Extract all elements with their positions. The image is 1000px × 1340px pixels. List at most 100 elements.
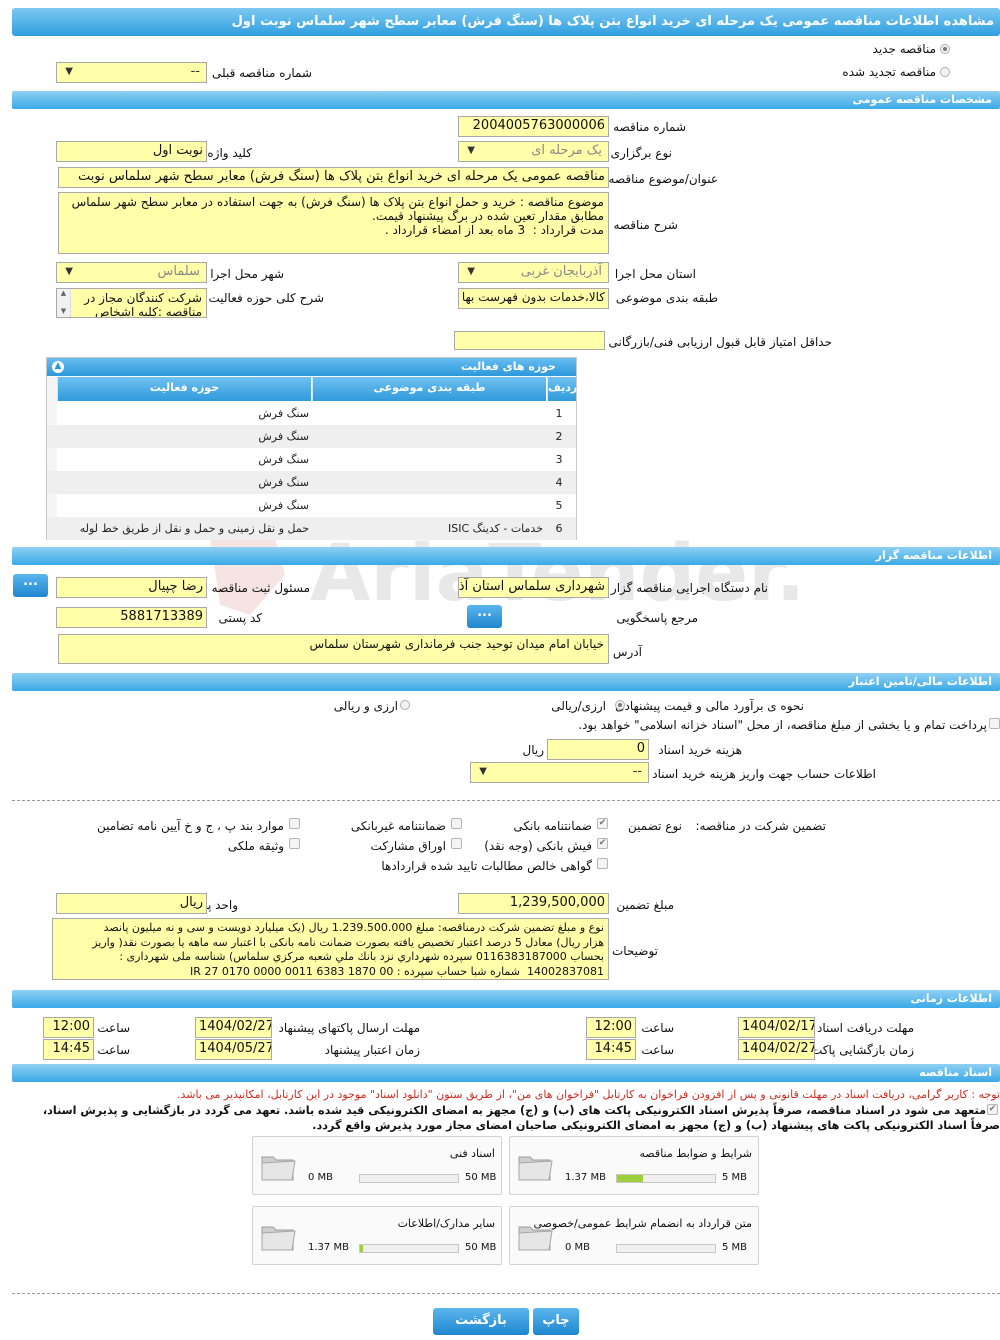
bank-guarantee-checkbox[interactable]: ✔ bbox=[597, 818, 608, 829]
renewed-tender-label: مناقصه تجدید شده bbox=[842, 65, 936, 79]
postal-field[interactable]: 5881713389 bbox=[56, 607, 207, 628]
section-finance-header: اطلاعات مالی/تامین اعتبار bbox=[12, 673, 1000, 691]
send-date-field[interactable]: 1404/02/27 bbox=[195, 1017, 272, 1038]
pledge-line-2: صرفاً اسناد الکترونیکی پاکت های پیشنهاد … bbox=[312, 1119, 1000, 1132]
folder-icon bbox=[261, 1156, 296, 1181]
chevron-down-icon: ▼ bbox=[65, 266, 73, 277]
fx-label: ارزی و ریالی bbox=[333, 699, 398, 713]
opening-date-field[interactable]: 1404/02/27 bbox=[738, 1039, 815, 1060]
address-field[interactable]: خیابان امام میدان توحید جنب فرمانداری شه… bbox=[58, 634, 609, 664]
previous-tender-label: شماره مناقصه قبلی bbox=[212, 66, 312, 80]
fx-radio[interactable] bbox=[400, 700, 410, 710]
section-timing-header: اطلاعات زمانی bbox=[12, 990, 1000, 1008]
currency-field[interactable]: ریال bbox=[56, 893, 207, 914]
rial-label: ارزی/ریالی bbox=[551, 699, 606, 713]
holding-type-label: نوع برگزاری bbox=[610, 146, 672, 160]
bonds-label: اوراق مشارکت bbox=[370, 839, 446, 853]
min-score-field[interactable] bbox=[454, 331, 605, 350]
send-time-field[interactable]: 12:00 bbox=[43, 1017, 94, 1038]
table-row: 3 سنگ فرش bbox=[258, 453, 563, 466]
min-score-label: حداقل امتیاز قابل قبول ارزیابی فنی/بازرگ… bbox=[608, 335, 832, 349]
documents-notice: توجه : کاربر گرامی، دریافت اسناد در مهلت… bbox=[176, 1088, 1000, 1101]
non-bank-guarantee-label: ضمانتنامه غیربانکی bbox=[350, 819, 446, 833]
property-checkbox[interactable] bbox=[289, 838, 300, 849]
file-box-contract[interactable]: متن قرارداد به انضمام شرایط عمومی/خصوصی … bbox=[509, 1206, 759, 1265]
new-tender-label: مناقصه جدید bbox=[872, 42, 936, 56]
chevron-down-icon: ▼ bbox=[479, 766, 487, 777]
folder-icon bbox=[261, 1226, 296, 1251]
treasury-checkbox[interactable] bbox=[989, 718, 1000, 729]
activity-desc-label: شرح کلی حوزه فعالیت bbox=[208, 291, 325, 305]
non-bank-guarantee-checkbox[interactable] bbox=[451, 818, 462, 829]
upload-progress-bar bbox=[616, 1244, 716, 1253]
province-select[interactable]: آذربایجان غربی ▼ bbox=[458, 262, 609, 283]
file-box-conditions[interactable]: شرایط و ضوابط مناقصه 1.37 MB 5 MB bbox=[509, 1136, 759, 1195]
property-label: وثیقه ملکی bbox=[227, 839, 284, 853]
rial-radio[interactable] bbox=[615, 700, 625, 710]
subject-label: عنوان/موضوع مناقصه bbox=[608, 172, 718, 186]
account-label: اطلاعات حساب جهت واریز هزینه خرید اسناد bbox=[652, 767, 876, 781]
reference-label: مرجع پاسخگویی bbox=[616, 611, 698, 625]
category-label: طبقه بندی موضوعی bbox=[615, 291, 718, 305]
registrar-field[interactable]: رضا چپیال bbox=[56, 577, 207, 598]
table-row: 5 سنگ فرش bbox=[258, 499, 563, 512]
doc-receive-date-field[interactable]: 1404/02/17 bbox=[738, 1017, 815, 1038]
keyword-field[interactable]: نوبت اول bbox=[56, 141, 207, 162]
previous-tender-select[interactable]: -- ▼ bbox=[56, 62, 207, 83]
activity-desc-scrollbar[interactable]: ▲ ▼ bbox=[57, 289, 71, 317]
upload-progress-bar bbox=[616, 1174, 716, 1183]
category-field[interactable]: کالا،خدمات بدون فهرست بها bbox=[458, 288, 609, 309]
collapse-icon[interactable]: ▲ bbox=[52, 361, 64, 373]
subject-field[interactable]: مناقصه عمومی یک مرحله ای خرید انواع بتن … bbox=[58, 167, 609, 188]
account-select[interactable]: -- ▼ bbox=[470, 762, 649, 783]
new-tender-radio[interactable] bbox=[940, 44, 950, 54]
doc-fee-field[interactable]: 0 bbox=[547, 739, 649, 760]
print-button[interactable]: چاپ bbox=[533, 1308, 579, 1335]
validity-date-field[interactable]: 1404/05/27 bbox=[195, 1039, 272, 1060]
file-box-technical[interactable]: اسناد فنی 0 MB 50 MB bbox=[252, 1136, 502, 1195]
section-documents-header: اسناد مناقصه bbox=[12, 1064, 1000, 1082]
validity-time-label: ساعت bbox=[97, 1043, 130, 1057]
bonds-checkbox[interactable] bbox=[451, 838, 462, 849]
doc-receive-time-label: ساعت bbox=[641, 1021, 674, 1035]
treasury-text: پرداخت تمام و یا بخشی از مبلغ مناقصه، از… bbox=[578, 718, 987, 732]
folder-icon bbox=[518, 1156, 553, 1181]
table-row: 1 سنگ فرش bbox=[258, 407, 563, 420]
activity-grid: حوزه های فعالیت ▲ ردیف طبقه بندی موضوعی … bbox=[46, 357, 577, 540]
send-deadline-label: مهلت ارسال پاکتهای پیشنهاد bbox=[278, 1021, 420, 1035]
activity-desc-field[interactable]: شرکت کنندگان مجاز در مناقصه :کلیه اشخاص bbox=[56, 288, 207, 318]
doc-receive-time-field[interactable]: 12:00 bbox=[586, 1017, 636, 1038]
clauses-checkbox[interactable] bbox=[289, 818, 300, 829]
org-field[interactable]: شهرداری سلماس استان آذربایجان غربی bbox=[458, 577, 609, 598]
validity-time-field[interactable]: 14:45 bbox=[43, 1039, 94, 1060]
upload-progress-bar bbox=[359, 1244, 459, 1253]
back-button[interactable]: بازگشت bbox=[433, 1308, 529, 1335]
city-select[interactable]: سلماس ▼ bbox=[56, 262, 207, 283]
holding-type-select[interactable]: یک مرحله ای ▼ bbox=[458, 141, 609, 162]
bank-receipt-checkbox[interactable]: ✔ bbox=[597, 838, 608, 849]
renewed-tender-radio[interactable] bbox=[940, 67, 950, 77]
tender-number-field[interactable]: 2004005763000006 bbox=[458, 116, 609, 137]
file-box-other[interactable]: سایر مدارک/اطلاعات 1.37 MB 50 MB bbox=[252, 1206, 502, 1265]
guarantee-notes-field[interactable]: نوع و مبلغ تضمین شرکت درمناقصه: مبلغ 1.2… bbox=[52, 918, 609, 980]
net-claims-checkbox[interactable] bbox=[597, 858, 608, 869]
guarantee-amount-label: مبلغ تضمین bbox=[616, 898, 674, 912]
send-time-label: ساعت bbox=[97, 1021, 130, 1035]
chevron-down-icon: ▼ bbox=[65, 66, 73, 77]
validity-label: زمان اعتبار پیشنهاد bbox=[324, 1043, 420, 1057]
net-claims-label: گواهی خالص مطالبات تایید شده قراردادها bbox=[381, 859, 592, 873]
watermark-text: AriaTender.neT bbox=[310, 529, 800, 619]
table-row: 4 سنگ فرش bbox=[47, 471, 576, 494]
doc-fee-label: هزینه خرید اسناد bbox=[658, 743, 742, 757]
address-label: آدرس bbox=[612, 645, 642, 659]
opening-time-field[interactable]: 14:45 bbox=[586, 1039, 636, 1060]
activity-grid-title: حوزه های فعالیت bbox=[47, 358, 576, 376]
pledge-checkbox[interactable]: ✔ bbox=[987, 1104, 998, 1115]
section-general-header: مشخصات مناقصه عمومی bbox=[12, 91, 1000, 109]
col-row-header: ردیف bbox=[547, 377, 577, 401]
table-row: 6 خدمات - کدینگ ISIC حمل و نقل زمینی و ح… bbox=[47, 517, 576, 540]
reference-lookup-button[interactable]: ... bbox=[467, 605, 502, 628]
registrar-lookup-button[interactable]: ... bbox=[13, 574, 48, 597]
description-field[interactable]: موضوع مناقصه : خرید و حمل انواع بتن پلاک… bbox=[58, 192, 609, 254]
guarantee-amount-field[interactable]: 1,239,500,000 bbox=[458, 893, 609, 914]
